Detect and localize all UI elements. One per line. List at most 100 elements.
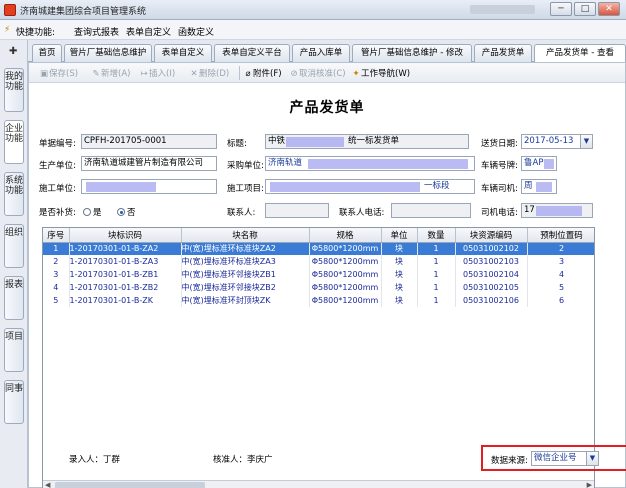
menu-quick-functions[interactable]: 快捷功能: (16, 25, 55, 38)
close-button[interactable]: ✕ (598, 2, 620, 16)
tab-form-custom[interactable]: 表单自定义 (154, 44, 212, 62)
chevron-down-icon[interactable]: ▼ (580, 135, 592, 148)
menu-function-define[interactable]: 函数定义 (178, 25, 214, 38)
supplement-yes-radio[interactable]: 是 (83, 206, 102, 218)
cell-resource-code: 05031002103 (455, 255, 528, 268)
highlight-box (481, 445, 626, 471)
project-masked (270, 182, 420, 192)
entered-by: 录入人：丁群 (69, 455, 121, 465)
contact-phone-label: 联系人电话: (339, 208, 385, 218)
user-info-blurred (470, 5, 535, 14)
detail-table: 序号 块标识码 块名称 规格 单位 数量 块资源编码 预制位置码 1 1-201… (43, 228, 594, 307)
table-row[interactable]: 3 1-20170301-01-B-ZB1 中(宽)埋标准环邻接块ZB1 Φ58… (43, 268, 594, 281)
tab-segment-plant-maintenance[interactable]: 管片厂基础信息维护 (64, 44, 152, 62)
horizontal-scrollbar[interactable]: ◀ ▶ (43, 480, 594, 488)
add-button[interactable]: ✎新增(A) (91, 67, 130, 79)
scroll-right-icon[interactable]: ▶ (587, 481, 592, 488)
pin-icon[interactable]: ✚ (9, 46, 17, 57)
radio-no-icon (117, 208, 125, 216)
tab-home[interactable]: 首页 (32, 44, 62, 62)
cancel-audit-button[interactable]: ⊘取消核准(C) (289, 67, 345, 79)
tab-segment-plant-edit[interactable]: 管片厂基础信息维护 - 修改 (352, 44, 472, 62)
cancel-audit-icon: ⊘ (290, 69, 298, 79)
project-tail: 一标段 (424, 181, 450, 191)
buyer-masked (308, 159, 468, 169)
buyer-label: 采购单位: (227, 161, 264, 171)
driver-masked (536, 182, 552, 192)
tab-form-custom-platform[interactable]: 表单自定义平台 (214, 44, 290, 62)
sidebar-enterprise-functions[interactable]: 企业功能 (4, 120, 24, 164)
maximize-button[interactable]: □ (574, 2, 596, 16)
col-header-seq[interactable]: 序号 (43, 228, 70, 243)
driver-phone-value: 17 (524, 205, 535, 215)
cell-block-id: 1-20170301-01-B-ZB2 (69, 281, 182, 294)
col-header-block-id[interactable]: 块标识码 (69, 228, 182, 243)
doc-no-field[interactable]: CPFH-201705-0001 (81, 134, 217, 149)
sidebar-organization[interactable]: 组织 (4, 224, 24, 268)
workflow-nav-button[interactable]: ✦工作导航(W) (351, 67, 410, 79)
table-row[interactable]: 5 1-20170301-01-B-ZK 中(宽)埋标准环封顶块ZK Φ5800… (43, 294, 594, 307)
minimize-button[interactable]: ─ (550, 2, 572, 16)
supplement-no-radio[interactable]: 否 (117, 206, 136, 218)
grid-header-row: 序号 块标识码 块名称 规格 单位 数量 块资源编码 预制位置码 (43, 228, 594, 243)
cell-unit: 块 (381, 294, 418, 307)
tab-product-shipment-view[interactable]: 产品发货单 - 查看 (534, 44, 626, 63)
col-header-unit[interactable]: 单位 (381, 228, 418, 243)
cell-unit: 块 (381, 268, 418, 281)
add-icon: ✎ (92, 69, 100, 79)
contact-phone-field[interactable] (391, 203, 471, 218)
builder-field[interactable] (81, 179, 217, 194)
project-label: 施工项目: (227, 184, 264, 194)
cell-block-name: 中(宽)埋标准环邻接块ZB1 (181, 268, 310, 281)
menu-form-custom[interactable]: 表单自定义 (126, 25, 171, 38)
subject-field[interactable]: 中铁 统一标发货单 (265, 134, 469, 149)
sidebar-my-functions[interactable]: 我的功能 (4, 68, 24, 112)
lightning-icon: ⚡ (4, 25, 11, 35)
cell-block-name: 中(宽)埋标准环封顶块ZK (181, 294, 310, 307)
attachment-button[interactable]: ⌀ 附件(F) (243, 67, 281, 79)
table-row[interactable]: 4 1-20170301-01-B-ZB2 中(宽)埋标准环邻接块ZB2 Φ58… (43, 281, 594, 294)
tab-product-inbound[interactable]: 产品入库单 (292, 44, 350, 62)
table-row[interactable]: 2 1-20170301-01-B-ZA3 中(宽)埋标准环标准块ZA3 Φ58… (43, 255, 594, 268)
left-sidebar: ✚ 我的功能 企业功能 系统功能 组织 报表 项目 同事 (0, 40, 28, 488)
driver-phone-label: 司机电话: (481, 208, 518, 218)
plate-field[interactable]: 鲁AP (521, 156, 557, 171)
driver-value: 周 (524, 181, 533, 191)
cell-spec: Φ5800*1200mm (309, 294, 382, 307)
scroll-left-icon[interactable]: ◀ (45, 481, 50, 488)
col-header-block-name[interactable]: 块名称 (181, 228, 310, 243)
cell-resource-code: 05031002104 (455, 268, 528, 281)
scrollbar-thumb[interactable] (55, 482, 205, 488)
tab-product-shipment[interactable]: 产品发货单 (474, 44, 532, 62)
col-header-position-code[interactable]: 预制位置码 (527, 228, 594, 243)
cell-resource-code: 05031002106 (455, 294, 528, 307)
ship-date-label: 送货日期: (481, 139, 518, 149)
buyer-field[interactable]: 济南轨道 (265, 156, 475, 171)
producer-field[interactable]: 济南轨道城建管片制造有限公司 (81, 156, 217, 171)
save-button[interactable]: ▣保存(S) (39, 67, 78, 79)
insert-icon: ↦ (140, 69, 148, 79)
menu-query-report[interactable]: 查询式报表 (74, 25, 119, 38)
window-title: 济南城建集团综合项目管理系统 (20, 7, 147, 17)
sidebar-projects[interactable]: 项目 (4, 328, 24, 372)
cell-position-code: 5 (527, 281, 594, 294)
col-header-spec[interactable]: 规格 (309, 228, 382, 243)
sidebar-system-functions[interactable]: 系统功能 (4, 172, 24, 216)
doc-no-label: 单据编号: (39, 139, 76, 149)
col-header-qty[interactable]: 数量 (417, 228, 456, 243)
cell-block-id: 1-20170301-01-B-ZA3 (69, 255, 182, 268)
contact-field[interactable] (265, 203, 329, 218)
cell-unit: 块 (381, 242, 418, 255)
col-header-resource-code[interactable]: 块资源编码 (455, 228, 528, 243)
cell-resource-code: 05031002105 (455, 281, 528, 294)
ship-date-field[interactable]: 2017-05-13 ▼ (521, 134, 593, 149)
driver-field[interactable]: 周 (521, 179, 557, 194)
delete-button[interactable]: ✕删除(D) (189, 67, 229, 79)
insert-button[interactable]: ↦插入(I) (139, 67, 175, 79)
table-row[interactable]: 1 1-20170301-01-B-ZA2 中(宽)埋标准环标准块ZA2 Φ58… (43, 242, 594, 255)
project-field[interactable]: 一标段 (265, 179, 475, 194)
sidebar-colleagues[interactable]: 同事 (4, 380, 24, 424)
radio-yes-icon (83, 208, 91, 216)
driver-phone-field[interactable]: 17 (521, 203, 593, 218)
sidebar-reports[interactable]: 报表 (4, 276, 24, 320)
